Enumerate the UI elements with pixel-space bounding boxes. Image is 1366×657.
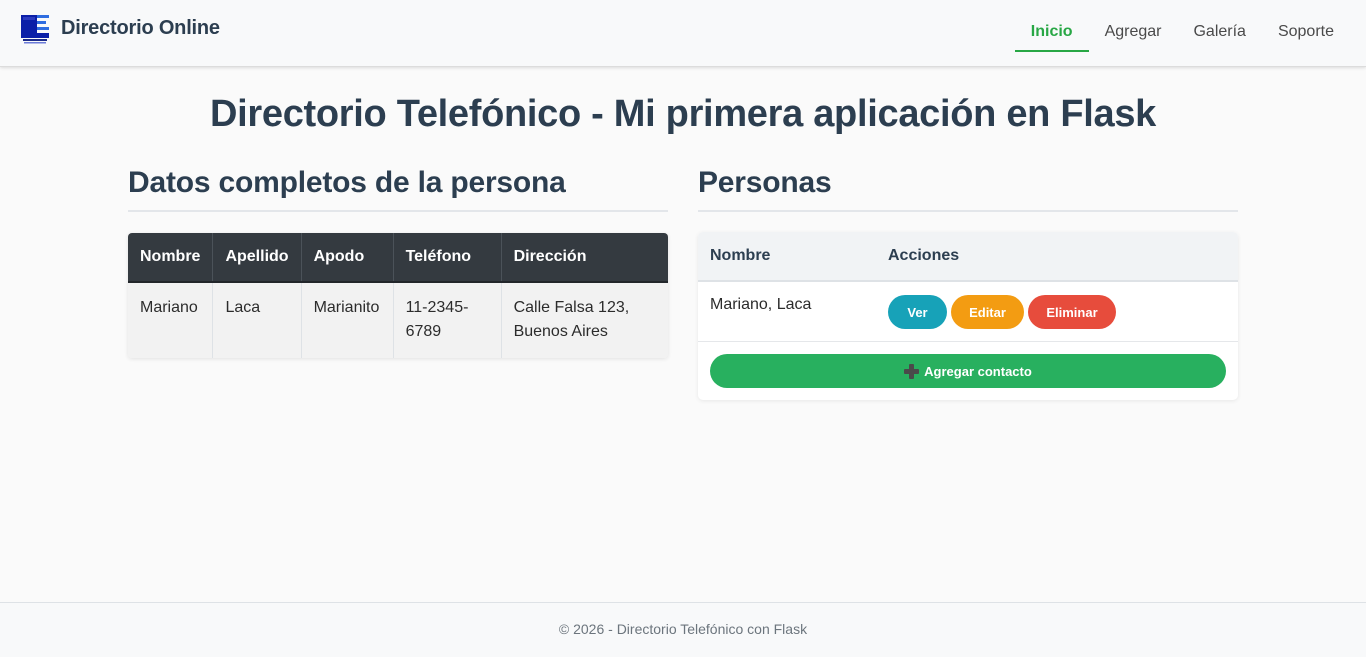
details-title: Datos completos de la persona xyxy=(128,165,668,212)
footer-text: © 2026 - Directorio Telefónico con Flask xyxy=(558,621,808,637)
nav-link-soporte[interactable]: Soporte xyxy=(1262,14,1350,52)
footer: © 2026 - Directorio Telefónico con Flask xyxy=(0,602,1366,657)
col-header-acciones: Acciones xyxy=(888,247,960,264)
delete-button[interactable]: Eliminar xyxy=(1028,295,1116,329)
main-nav: Inicio Agregar Galería Soporte xyxy=(1014,14,1350,52)
persons-header-row: Nombre Acciones xyxy=(698,232,1238,282)
page-title: Directorio Telefónico - Mi primera aplic… xyxy=(209,93,1156,135)
col-header-direccion: Dirección xyxy=(501,233,668,283)
add-contact-wrap: Agregar contacto xyxy=(698,342,1238,400)
brand-link[interactable]: Directorio Online xyxy=(20,14,220,46)
col-header-nombre: Nombre xyxy=(710,247,771,264)
list-item: Mariano, Laca Ver Editar Eliminar xyxy=(698,282,1238,342)
col-header-nombre: Nombre xyxy=(128,233,214,283)
col-header-apellido: Apellido xyxy=(212,233,302,283)
add-contact-label: Agregar contacto xyxy=(924,363,1032,379)
table-row: Mariano Laca Marianito 11-2345-6789 Call… xyxy=(128,282,668,358)
contacts-logo-icon xyxy=(20,14,50,46)
cell-apellido: Laca xyxy=(212,282,302,358)
col-header-apodo: Apodo xyxy=(301,233,394,283)
persons-title: Personas xyxy=(698,165,1238,212)
persons-card: Nombre Acciones Mariano, Laca Ver Editar… xyxy=(698,232,1238,400)
edit-button[interactable]: Editar xyxy=(951,295,1024,329)
cell-direccion: Calle Falsa 123, Buenos Aires xyxy=(501,282,668,358)
plus-icon xyxy=(904,363,920,379)
person-name: Mariano, Laca xyxy=(710,296,812,313)
navbar: Directorio Online Inicio Agregar Galería… xyxy=(0,0,1366,67)
details-section: Datos completos de la persona Nombre Ape… xyxy=(128,165,668,358)
persons-section: Personas Nombre Acciones Mariano, Laca V… xyxy=(698,165,1238,400)
col-header-telefono: Teléfono xyxy=(393,233,502,283)
cell-apodo: Marianito xyxy=(301,282,394,358)
row-actions: Ver Editar Eliminar xyxy=(888,282,1120,329)
details-table: Nombre Apellido Apodo Teléfono Dirección… xyxy=(128,233,668,358)
cell-telefono: 11-2345-6789 xyxy=(393,282,502,358)
details-header-row: Nombre Apellido Apodo Teléfono Dirección xyxy=(128,233,668,283)
add-contact-button[interactable]: Agregar contacto xyxy=(710,354,1226,388)
view-button[interactable]: Ver xyxy=(888,295,947,329)
nav-link-agregar[interactable]: Agregar xyxy=(1089,14,1178,52)
nav-link-inicio[interactable]: Inicio xyxy=(1014,14,1089,52)
nav-link-galeria[interactable]: Galería xyxy=(1177,14,1261,52)
cell-nombre: Mariano xyxy=(128,282,214,358)
brand-title: Directorio Online xyxy=(61,16,220,39)
